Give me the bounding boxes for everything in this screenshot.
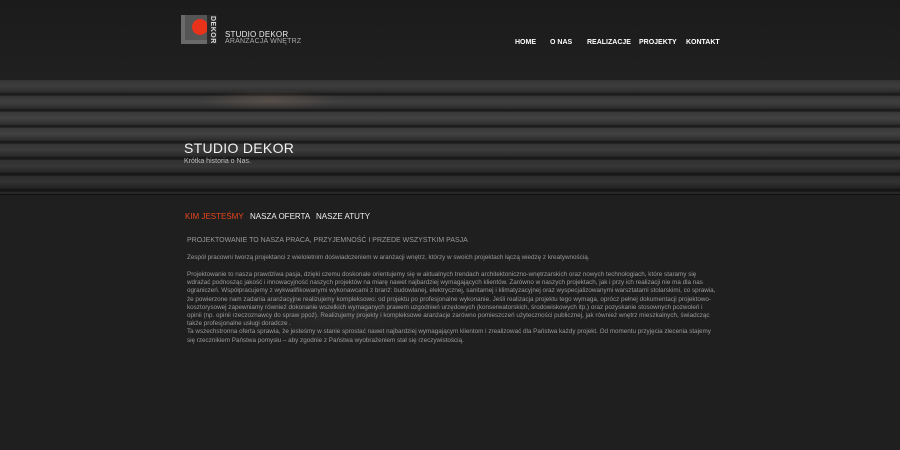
logo[interactable]: DEKOR [181, 15, 217, 44]
body-paragraph-closing: Ta wszechstronna oferta sprawia, że jest… [187, 328, 711, 344]
nav-o-nas[interactable]: O NAS [550, 39, 572, 46]
body-paragraph-main: Projektowanie to nasza prawdziwa pasja, … [187, 271, 716, 328]
logo-vertical-text: DEKOR [207, 15, 217, 44]
banner-subtitle: Krótka historia o Nas. [184, 158, 251, 165]
banner-overlay [0, 80, 900, 194]
brand-tagline: ARANŻACJA WNĘTRZ [225, 38, 302, 45]
nav-projekty[interactable]: PROJEKTY [639, 39, 677, 46]
intro-paragraph: Zespół pracowni tworzą projektanci z wie… [187, 254, 590, 261]
banner-title: STUDIO DEKOR [184, 140, 295, 156]
body-paragraph: Projektowanie to nasza prawdziwa pasja, … [187, 271, 717, 345]
hero-banner: STUDIO DEKOR Krótka historia o Nas. [0, 80, 900, 195]
nav-kontakt[interactable]: KONTAKT [686, 39, 720, 46]
tab-kim-jestesmy[interactable]: KIM JESTEŚMY [185, 212, 244, 221]
nav-realizacje[interactable]: REALIZACJE [587, 39, 631, 46]
main-content: KIM JESTEŚMY NASZA OFERTA NASZE ATUTY PR… [0, 195, 900, 450]
nav-home[interactable]: HOME [515, 39, 536, 46]
tab-nasze-atuty[interactable]: NASZE ATUTY [316, 212, 370, 221]
tab-nasza-oferta[interactable]: NASZA OFERTA [250, 212, 310, 221]
section-heading: PROJEKTOWANIE TO NASZA PRACA, PRZYJEMNOŚ… [187, 237, 468, 244]
site-header: DEKOR STUDIO DEKOR ARANŻACJA WNĘTRZ HOME… [0, 0, 900, 80]
logo-circle [192, 19, 208, 35]
